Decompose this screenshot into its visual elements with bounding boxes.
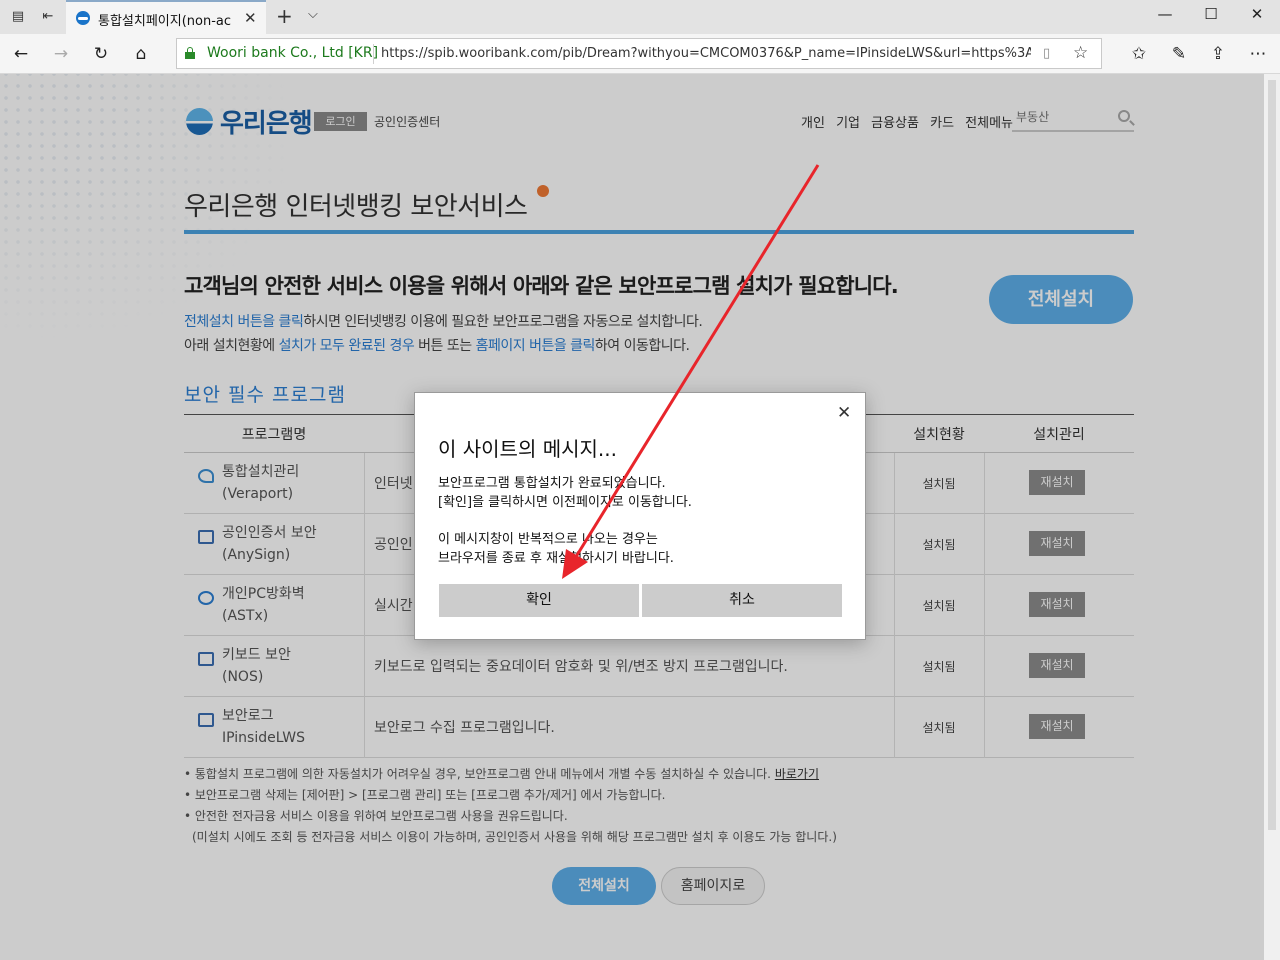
set-aside-tabs-icon[interactable]: ⇤ xyxy=(40,9,56,25)
dialog-message-line: [확인]을 클릭하시면 이전페이지로 이동합니다. xyxy=(438,495,692,510)
url-text[interactable]: https://spib.wooribank.com/pib/Dream?wit… xyxy=(381,46,1031,61)
refresh-icon[interactable]: ↻ xyxy=(90,43,112,65)
chevron-down-icon[interactable]: ⌵ xyxy=(308,7,318,22)
more-icon[interactable]: ⋯ xyxy=(1247,43,1269,65)
dialog-title: 이 사이트의 메시지... xyxy=(438,437,617,461)
favorites-bar-icon[interactable]: ✩ xyxy=(1128,43,1150,65)
forward-icon[interactable]: → xyxy=(50,43,72,65)
site-identity[interactable]: Woori bank Co., Ltd [KR] xyxy=(207,45,378,61)
browser-nav-bar: ← → ↻ ⌂ Woori bank Co., Ltd [KR] https:/… xyxy=(0,34,1280,74)
home-icon[interactable]: ⌂ xyxy=(130,43,152,65)
page-scrollbar[interactable] xyxy=(1264,74,1280,960)
site-message-dialog: ✕ 이 사이트의 메시지... 보안프로그램 통합설치가 완료되었습니다. [확… xyxy=(414,392,866,640)
address-divider xyxy=(373,44,374,64)
dialog-message-line: 이 메시지창이 반복적으로 나오는 경우는 xyxy=(438,532,658,547)
new-tab-button[interactable]: + xyxy=(276,4,293,28)
favorite-star-icon[interactable]: ☆ xyxy=(1073,43,1088,63)
ok-button[interactable]: 확인 xyxy=(439,584,639,617)
browser-tab-bar: ▤ ⇤ 통합설치페이지(non-ac ✕ + ⌵ — ☐ ✕ xyxy=(0,0,1280,34)
browser-tab[interactable]: 통합설치페이지(non-ac ✕ xyxy=(66,0,266,34)
scrollbar-thumb[interactable] xyxy=(1268,80,1276,830)
address-bar[interactable]: Woori bank Co., Ltd [KR] https://spib.wo… xyxy=(176,38,1102,69)
maximize-button[interactable]: ☐ xyxy=(1188,5,1234,29)
pen-icon[interactable]: ✎ xyxy=(1168,43,1190,65)
back-icon[interactable]: ← xyxy=(10,43,32,65)
woori-favicon-icon xyxy=(76,11,90,25)
lock-icon xyxy=(185,47,195,59)
reading-view-icon[interactable]: ▯ xyxy=(1043,46,1050,61)
dialog-message-line: 보안프로그램 통합설치가 완료되었습니다. xyxy=(438,476,666,491)
tab-overview-icon[interactable]: ▤ xyxy=(10,9,26,25)
cancel-button[interactable]: 취소 xyxy=(642,584,842,617)
share-icon[interactable]: ⇪ xyxy=(1207,43,1229,65)
tab-title: 통합설치페이지(non-ac xyxy=(98,14,232,29)
close-icon[interactable]: ✕ xyxy=(837,403,851,423)
minimize-button[interactable]: — xyxy=(1142,5,1188,29)
close-window-button[interactable]: ✕ xyxy=(1234,5,1280,29)
tab-close-icon[interactable]: ✕ xyxy=(244,9,257,27)
dialog-message-line: 브라우저를 종료 후 재실행하시기 바랍니다. xyxy=(438,551,674,566)
